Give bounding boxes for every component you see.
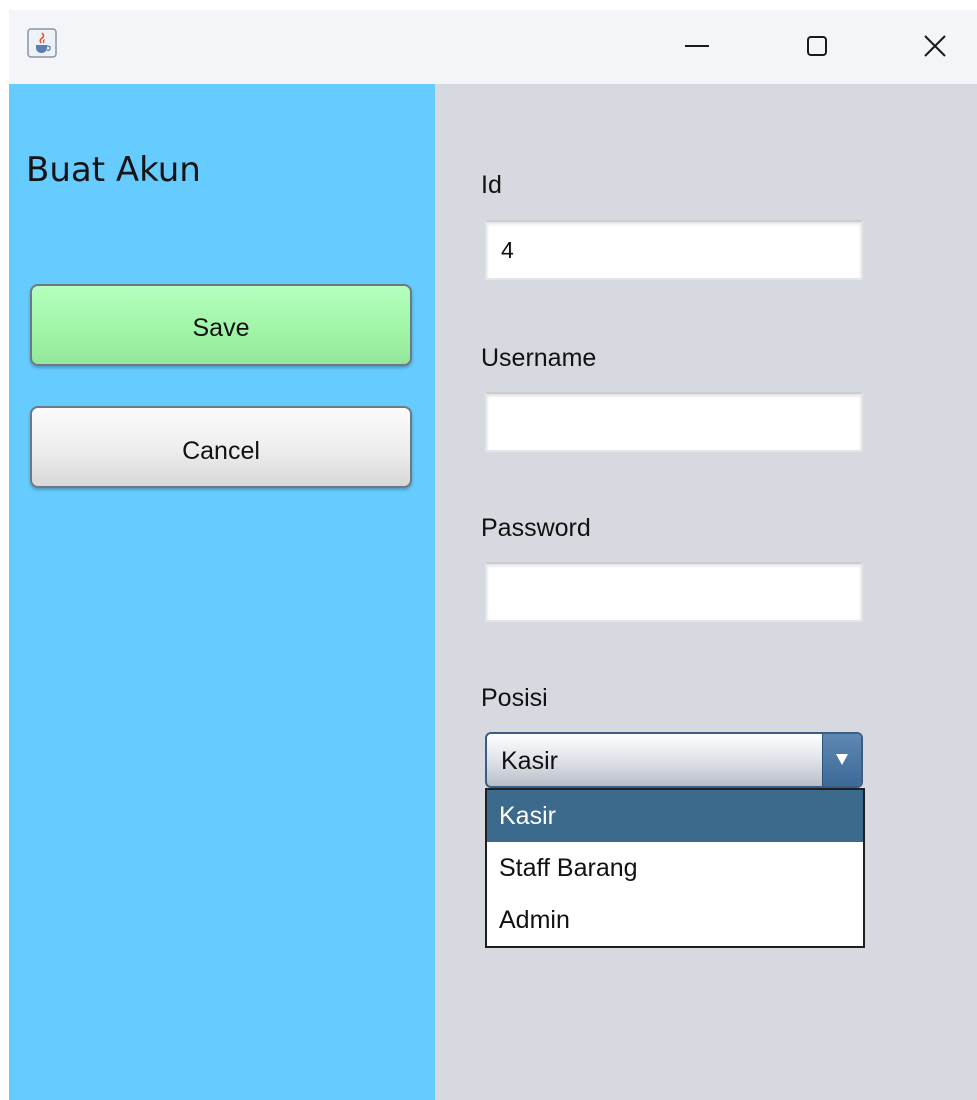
username-label: Username xyxy=(481,344,597,372)
save-button[interactable]: Save xyxy=(30,284,412,366)
posisi-dropdown-list: Kasir Staff Barang Admin xyxy=(485,788,865,948)
posisi-label: Posisi xyxy=(481,684,548,712)
title-bar xyxy=(9,10,977,85)
password-label: Password xyxy=(481,514,591,542)
password-field[interactable] xyxy=(485,562,863,622)
form-panel: Id Username Password Posisi Kasir Kasir … xyxy=(435,84,977,1100)
create-account-window: Buat Akun Save Cancel Id Username Passwo… xyxy=(9,10,977,1100)
dropdown-option-kasir[interactable]: Kasir xyxy=(487,790,863,842)
posisi-combobox[interactable]: Kasir xyxy=(485,732,863,788)
id-field[interactable] xyxy=(485,220,863,280)
maximize-button[interactable] xyxy=(789,24,845,68)
posisi-selected-value: Kasir xyxy=(501,747,558,775)
id-label: Id xyxy=(481,171,502,199)
page-title: Buat Akun xyxy=(26,150,201,190)
dropdown-option-staff-barang[interactable]: Staff Barang xyxy=(487,842,863,894)
dropdown-option-admin[interactable]: Admin xyxy=(487,894,863,946)
dropdown-arrow-button[interactable] xyxy=(822,734,861,786)
minimize-button[interactable] xyxy=(669,24,725,68)
username-field[interactable] xyxy=(485,392,863,452)
cancel-button[interactable]: Cancel xyxy=(30,406,412,488)
close-button[interactable] xyxy=(907,24,963,68)
left-panel: Buat Akun Save Cancel xyxy=(9,84,435,1100)
java-coffee-cup-icon xyxy=(27,28,57,58)
